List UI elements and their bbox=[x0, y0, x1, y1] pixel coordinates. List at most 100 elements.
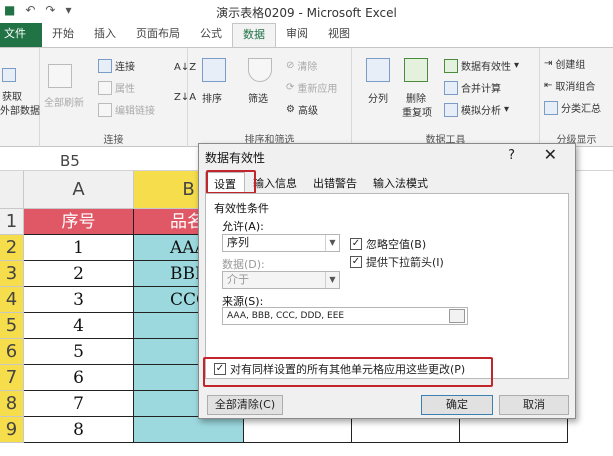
data-tools-group: 分列 删除 重复项 数据有效性 ▾ 合并计算 模拟分析 ▾ 数据工具 bbox=[352, 48, 540, 148]
properties-button[interactable]: 属性 bbox=[98, 80, 135, 95]
edit-links-icon bbox=[98, 102, 112, 117]
chevron-down-icon: ▼ bbox=[325, 272, 339, 288]
text-to-columns-label: 分列 bbox=[368, 94, 388, 105]
connections-button[interactable]: 连接 bbox=[98, 58, 135, 73]
select-all-corner[interactable] bbox=[0, 171, 24, 209]
chevron-down-icon: ▼ bbox=[325, 235, 339, 251]
sort-label: 排序 bbox=[202, 94, 222, 105]
clear-button[interactable]: ⊘ 清除 bbox=[286, 58, 317, 73]
row-header[interactable]: 9 bbox=[0, 417, 24, 443]
tab-formulas[interactable]: 公式 bbox=[190, 23, 232, 47]
column-header-a[interactable]: A bbox=[24, 171, 134, 209]
ribbon-tabs: 文件 开始 插入 页面布局 公式 数据 审阅 视图 bbox=[0, 22, 613, 47]
get-external-label-2: 外部数据 bbox=[0, 106, 40, 117]
cell-a[interactable]: 2 bbox=[24, 261, 134, 287]
ungroup-button[interactable]: ⇤ 取消组合 bbox=[544, 78, 595, 93]
chevron-down-icon: ▾ bbox=[504, 104, 510, 115]
empty-cell[interactable] bbox=[352, 417, 460, 443]
refresh-all-label: 全部刷新 bbox=[44, 98, 84, 109]
dialog-title: 数据有效性 bbox=[205, 151, 266, 165]
cell-a[interactable]: 7 bbox=[24, 391, 134, 417]
tab-insert[interactable]: 插入 bbox=[84, 23, 126, 47]
tab-home[interactable]: 开始 bbox=[42, 23, 84, 47]
ok-button[interactable]: 确定 bbox=[421, 395, 493, 415]
ribbon: 获取 外部数据 全部刷新 连接 属性 编辑链接 连接 A↓Z Z↓A 排序 筛选… bbox=[0, 47, 613, 148]
allow-select[interactable]: 序列 ▼ bbox=[222, 234, 340, 252]
row-header[interactable]: 8 bbox=[0, 391, 24, 417]
cancel-button[interactable]: 取消 bbox=[499, 395, 569, 415]
cell-a[interactable]: 序号 bbox=[24, 209, 134, 235]
cell-a[interactable]: 3 bbox=[24, 287, 134, 313]
subtotal-icon bbox=[544, 100, 558, 115]
connections-group: 全部刷新 连接 属性 编辑链接 连接 bbox=[40, 48, 188, 148]
checkbox-box: ✓ bbox=[350, 238, 362, 250]
tab-error-alert[interactable]: 出错警告 bbox=[305, 172, 365, 195]
consolidate-button[interactable]: 合并计算 bbox=[444, 80, 501, 95]
empty-cell[interactable] bbox=[244, 417, 352, 443]
help-icon[interactable]: ? bbox=[508, 148, 515, 163]
apply-all-highlight bbox=[203, 357, 493, 387]
clear-all-button[interactable]: 全部清除(C) bbox=[207, 395, 283, 415]
text-to-columns-icon bbox=[366, 58, 390, 82]
refresh-all-button[interactable] bbox=[48, 64, 72, 88]
refresh-icon bbox=[48, 64, 72, 88]
row-header[interactable]: 2 bbox=[0, 235, 24, 261]
row-header[interactable]: 5 bbox=[0, 313, 24, 339]
row-header[interactable]: 4 bbox=[0, 287, 24, 313]
empty-cell[interactable] bbox=[460, 417, 568, 443]
subtotal-button[interactable]: 分类汇总 bbox=[544, 100, 601, 115]
reapply-icon: ⟳ bbox=[286, 82, 295, 93]
cell-a[interactable]: 1 bbox=[24, 235, 134, 261]
cell-a[interactable]: 4 bbox=[24, 313, 134, 339]
data-validation-icon bbox=[444, 58, 458, 73]
tab-review[interactable]: 审阅 bbox=[276, 23, 318, 47]
properties-icon bbox=[98, 80, 112, 95]
sort-desc-icon[interactable]: Z↓A bbox=[174, 92, 196, 103]
cell-a[interactable]: 5 bbox=[24, 339, 134, 365]
group-button[interactable]: ⇥ 创建组 bbox=[544, 56, 585, 71]
data-validation-button[interactable]: 数据有效性 ▾ bbox=[444, 58, 519, 73]
data-label: 数据(D): bbox=[222, 258, 265, 271]
edit-links-button[interactable]: 编辑链接 bbox=[98, 102, 155, 117]
what-if-icon bbox=[444, 102, 458, 117]
row-header[interactable]: 3 bbox=[0, 261, 24, 287]
range-picker-icon[interactable] bbox=[449, 309, 465, 323]
tab-view[interactable]: 视图 bbox=[318, 23, 360, 47]
tab-ime-mode[interactable]: 输入法模式 bbox=[365, 172, 436, 195]
connections-group-label: 连接 bbox=[103, 135, 124, 146]
remove-duplicates-button[interactable] bbox=[404, 58, 428, 82]
tab-page-layout[interactable]: 页面布局 bbox=[126, 23, 190, 47]
remove-dup-label: 重复项 bbox=[402, 108, 432, 119]
in-cell-dropdown-checkbox[interactable]: ✓ 提供下拉箭头(I) bbox=[350, 254, 444, 270]
remove-duplicates-icon bbox=[404, 58, 428, 82]
row-header[interactable]: 7 bbox=[0, 365, 24, 391]
row-header[interactable]: 1 bbox=[0, 209, 24, 235]
tab-data[interactable]: 数据 bbox=[232, 23, 276, 47]
reapply-button[interactable]: ⟳ 重新应用 bbox=[286, 80, 337, 95]
text-to-columns-button[interactable] bbox=[366, 58, 390, 82]
advanced-button[interactable]: ⚙ 高级 bbox=[286, 102, 318, 117]
sort-button[interactable] bbox=[202, 58, 226, 82]
clear-icon: ⊘ bbox=[286, 60, 295, 71]
sort-asc-icon[interactable]: A↓Z bbox=[174, 62, 196, 73]
what-if-button[interactable]: 模拟分析 ▾ bbox=[444, 102, 509, 117]
advanced-icon: ⚙ bbox=[286, 104, 295, 115]
get-external-data-button[interactable] bbox=[2, 68, 16, 82]
filter-button[interactable] bbox=[248, 58, 272, 82]
close-icon[interactable]: ✕ bbox=[544, 145, 557, 164]
tab-file[interactable]: 文件 bbox=[0, 23, 42, 47]
filter-label: 筛选 bbox=[248, 94, 268, 105]
name-box[interactable]: B5 bbox=[60, 152, 80, 170]
remove-label: 删除 bbox=[406, 94, 426, 105]
get-external-label-1: 获取 bbox=[2, 92, 22, 103]
source-input[interactable]: AAA, BBB, CCC, DDD, EEE bbox=[222, 307, 468, 325]
row-header[interactable]: 6 bbox=[0, 339, 24, 365]
cell-a[interactable]: 6 bbox=[24, 365, 134, 391]
title-bar: ■ ↶ ↷ ▾ 演示表格0209 - Microsoft Excel bbox=[0, 0, 613, 22]
chevron-down-icon: ▾ bbox=[514, 60, 520, 71]
cell-a[interactable]: 8 bbox=[24, 417, 134, 443]
link-icon bbox=[98, 58, 112, 73]
settings-tab-highlight bbox=[206, 170, 256, 194]
ignore-blank-checkbox[interactable]: ✓ 忽略空值(B) bbox=[350, 236, 426, 252]
cell-b[interactable] bbox=[134, 417, 244, 443]
